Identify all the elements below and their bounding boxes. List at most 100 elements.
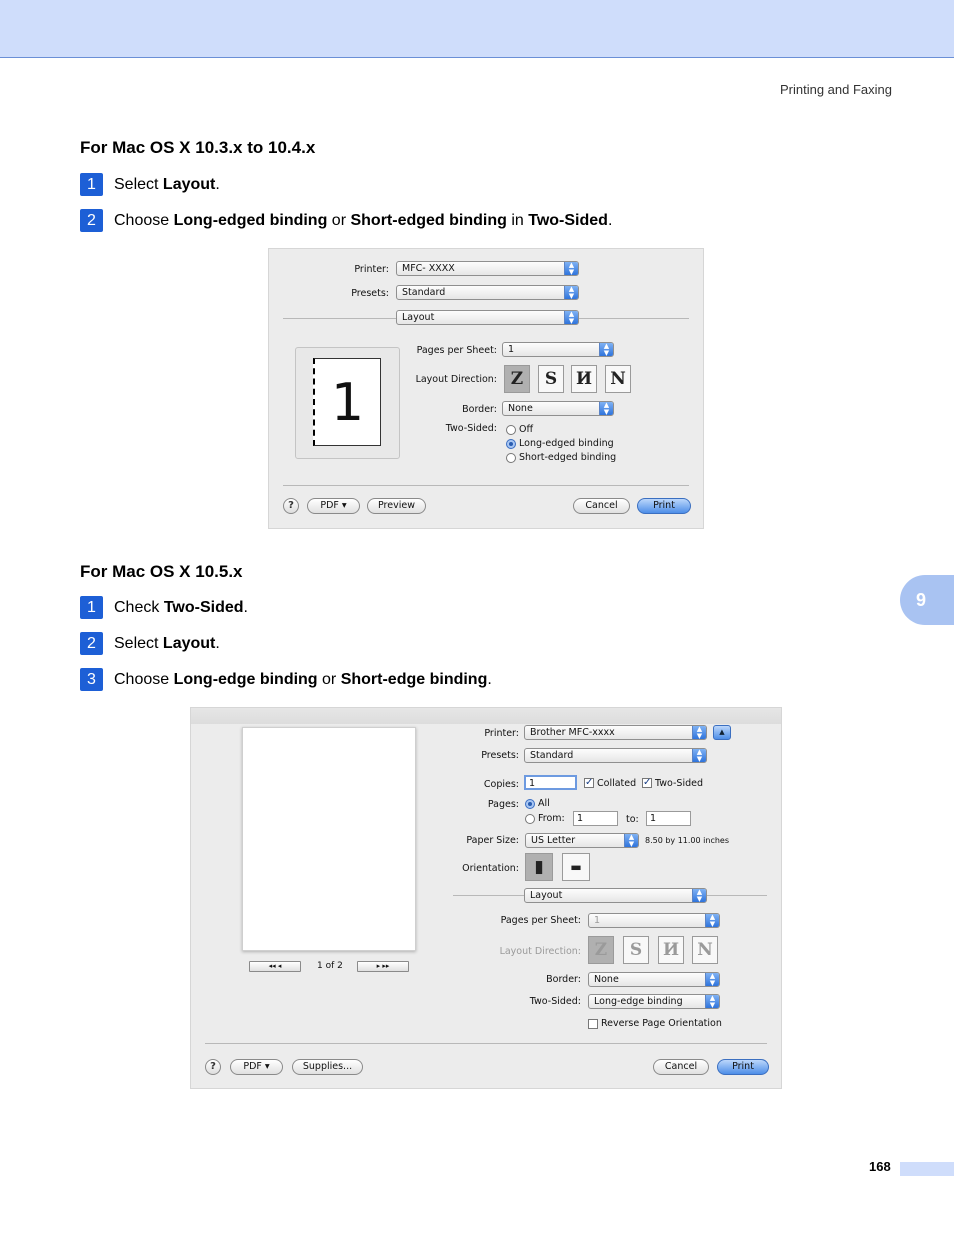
border-popup[interactable]: None ▲ ▼ [502,401,614,416]
print-button[interactable]: Print [637,498,691,514]
help-button[interactable]: ? [283,498,299,514]
printer-label: Printer: [354,264,389,275]
step-bold: Long-edge binding [173,670,318,688]
step-number: 1 [80,173,103,196]
two-sided-long-label: Long-edged binding [519,438,614,449]
pages-from-label: From: [538,813,565,824]
printer-value: MFC- XXXX [402,263,455,274]
two-sided-off-radio[interactable] [506,425,516,435]
step-text: or [317,670,341,688]
from-input[interactable]: 1 [573,811,618,826]
layout-direction-n-reverse-icon[interactable]: И [571,365,597,393]
two-sided-label: Two-Sided: [445,423,497,434]
pdf-button[interactable]: PDF ▾ [230,1059,283,1075]
step-bold: Short-edge binding [340,670,488,688]
two-sided-check-label: Two-Sided [655,778,703,789]
printer-value: Brother MFC-xxxx [530,727,615,738]
running-header: Printing and Faxing [779,82,892,97]
layout-direction-z-icon[interactable]: Z [504,365,530,393]
reverse-orientation-label: Reverse Page Orientation [601,1018,722,1029]
presets-popup[interactable]: Standard ▲ ▼ [396,285,579,300]
step-text: . [607,211,613,229]
panel-value: Layout [402,312,435,323]
step-text: in [506,211,529,229]
step-bold: Two-Sided [528,211,608,229]
paper-size-popup[interactable]: US Letter ▲ ▼ [525,833,639,848]
separator [205,1043,767,1044]
popup-arrows-icon: ▲ ▼ [692,889,706,902]
pps-popup[interactable]: 1 ▲ ▼ [588,913,720,928]
step-text: . [243,598,248,616]
step-text: . [215,175,220,193]
step-number: 2 [80,209,103,232]
popup-arrows-icon: ▲ ▼ [692,726,706,739]
popup-arrows-icon: ▲ ▼ [692,749,706,762]
printer-popup[interactable]: MFC- XXXX ▲ ▼ [396,261,579,276]
two-sided-short-label: Short-edged binding [519,452,617,463]
page-preview [242,727,416,951]
popup-arrows-icon: ▲ ▼ [624,834,638,847]
portrait-orientation-icon[interactable]: ▮ [525,853,553,881]
pdf-button[interactable]: PDF ▾ [307,498,360,514]
border-label: Border: [462,404,497,415]
two-sided-checkbox[interactable]: ✓ [642,778,652,788]
border-label: Border: [546,974,581,985]
popup-arrows-icon: ▲ ▼ [705,995,719,1008]
reverse-orientation-checkbox[interactable] [588,1019,598,1029]
layout-direction-z-icon[interactable]: Z [588,936,614,964]
step-text: Check [114,598,160,616]
popup-arrows-icon: ▲ ▼ [599,343,613,356]
layout-direction-s-icon[interactable]: S [623,936,649,964]
panel-popup[interactable]: Layout ▲ ▼ [524,888,707,903]
pps-popup[interactable]: 1 ▲ ▼ [502,342,614,357]
step-number: 2 [80,632,103,655]
layout-direction-n-reverse-icon[interactable]: И [658,936,684,964]
presets-popup[interactable]: Standard ▲ ▼ [524,748,707,763]
panel-popup[interactable]: Layout ▲ ▼ [396,310,579,325]
step-text: Select [114,634,159,652]
step-bold: Two-Sided [163,598,244,616]
pages-from-radio[interactable] [525,814,535,824]
pps-value: 1 [594,915,601,926]
orientation-label: Orientation: [462,863,519,874]
paper-size-value: US Letter [531,835,576,846]
page-counter: 1 of 2 [317,961,343,971]
two-sided-popup[interactable]: Long-edge binding ▲ ▼ [588,994,720,1009]
preview-button[interactable]: Preview [367,498,426,514]
printer-popup[interactable]: Brother MFC-xxxx ▲ ▼ [524,725,707,740]
step-bold: Short-edged binding [350,211,507,229]
help-button[interactable]: ? [205,1059,221,1075]
print-button[interactable]: Print [717,1059,769,1075]
step-2-2: 2 Select Layout. [80,632,220,655]
pps-value: 1 [508,344,515,355]
chapter-tab: 9 [900,575,954,625]
to-input[interactable]: 1 [646,811,691,826]
collated-checkbox[interactable]: ✓ [584,778,594,788]
border-popup[interactable]: None ▲ ▼ [588,972,720,987]
section-heading-2: For Mac OS X 10.5.x [80,562,243,581]
presets-label: Presets: [481,750,519,761]
pages-all-radio[interactable] [525,799,535,809]
first-prev-page-buttons[interactable]: ◂◂ ◂ [249,961,301,972]
layout-direction-n-icon[interactable]: N [692,936,718,964]
landscape-orientation-icon[interactable]: ▬ [562,853,590,881]
step-2-1: 1 Check Two-Sided. [80,596,248,619]
cancel-button[interactable]: Cancel [653,1059,709,1075]
next-last-page-buttons[interactable]: ▸ ▸▸ [357,961,409,972]
popup-arrows-icon: ▲ ▼ [705,973,719,986]
section-heading-1: For Mac OS X 10.3.x to 10.4.x [80,138,316,157]
cancel-button[interactable]: Cancel [573,498,630,514]
step-text: Choose [114,211,170,229]
layout-direction-s-icon[interactable]: S [538,365,564,393]
copies-input[interactable]: 1 [524,775,577,790]
layout-direction-n-icon[interactable]: N [605,365,631,393]
print-dialog-10-5: ◂◂ ◂ 1 of 2 ▸ ▸▸ Printer: Brother MFC-xx… [190,707,782,1089]
layout-preview-frame: 1 [295,347,400,459]
step-text: . [215,634,220,652]
step-bold: Layout [162,634,216,652]
supplies-button[interactable]: Supplies... [292,1059,363,1075]
collapse-disclosure-button[interactable]: ▲ [713,725,731,740]
two-sided-short-radio[interactable] [506,453,516,463]
two-sided-long-radio[interactable] [506,439,516,449]
border-value: None [594,974,619,985]
